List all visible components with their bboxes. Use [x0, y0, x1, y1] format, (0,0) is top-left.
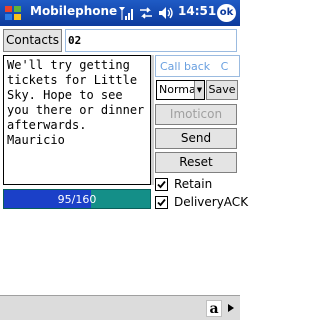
clock[interactable]: 14:51 — [178, 4, 216, 18]
ok-button[interactable]: ok — [217, 4, 236, 22]
send-button[interactable]: Send — [155, 128, 237, 149]
save-button[interactable]: Save — [206, 80, 238, 100]
callback-text-extra: C — [220, 60, 229, 73]
character-counter-text: 95/160 — [57, 193, 97, 206]
checkmark-icon — [157, 180, 166, 189]
keyboard-icon[interactable]: a — [206, 300, 222, 317]
imoticon-button[interactable]: Imoticon — [155, 104, 237, 125]
checkmark-icon — [157, 198, 166, 207]
signal-icon[interactable] — [117, 5, 135, 21]
retain-label: Retain — [174, 177, 213, 191]
priority-select[interactable]: Norma ▼ — [156, 80, 205, 100]
contacts-button[interactable]: Contacts — [3, 29, 62, 52]
windows-start-icon[interactable] — [3, 3, 23, 23]
character-counter-bar: 95/160 — [3, 189, 151, 209]
message-scrollbar[interactable] — [151, 55, 154, 185]
message-textarea[interactable]: We'll try getting tickets for Little Sky… — [3, 55, 151, 185]
menu-bar: a — [0, 295, 240, 320]
delivery-ack-label: DeliveryACK — [174, 195, 249, 209]
app-title: Mobilephone — [30, 4, 118, 18]
title-bar: Mobilephone 14:51 ok — [0, 0, 240, 26]
volume-icon[interactable] — [157, 5, 175, 21]
input-menu-arrow-icon[interactable] — [226, 302, 236, 314]
phone-number-input[interactable]: 02 — [65, 29, 237, 52]
retain-checkbox[interactable] — [155, 178, 168, 191]
callback-number-input[interactable]: Call back C — [155, 55, 240, 77]
reset-button[interactable]: Reset — [155, 152, 237, 173]
priority-value: Norma — [159, 83, 196, 96]
callback-text: Call back — [160, 60, 211, 73]
connectivity-icon[interactable] — [138, 5, 154, 21]
chevron-down-icon[interactable]: ▼ — [194, 81, 204, 99]
delivery-ack-checkbox[interactable] — [155, 196, 168, 209]
